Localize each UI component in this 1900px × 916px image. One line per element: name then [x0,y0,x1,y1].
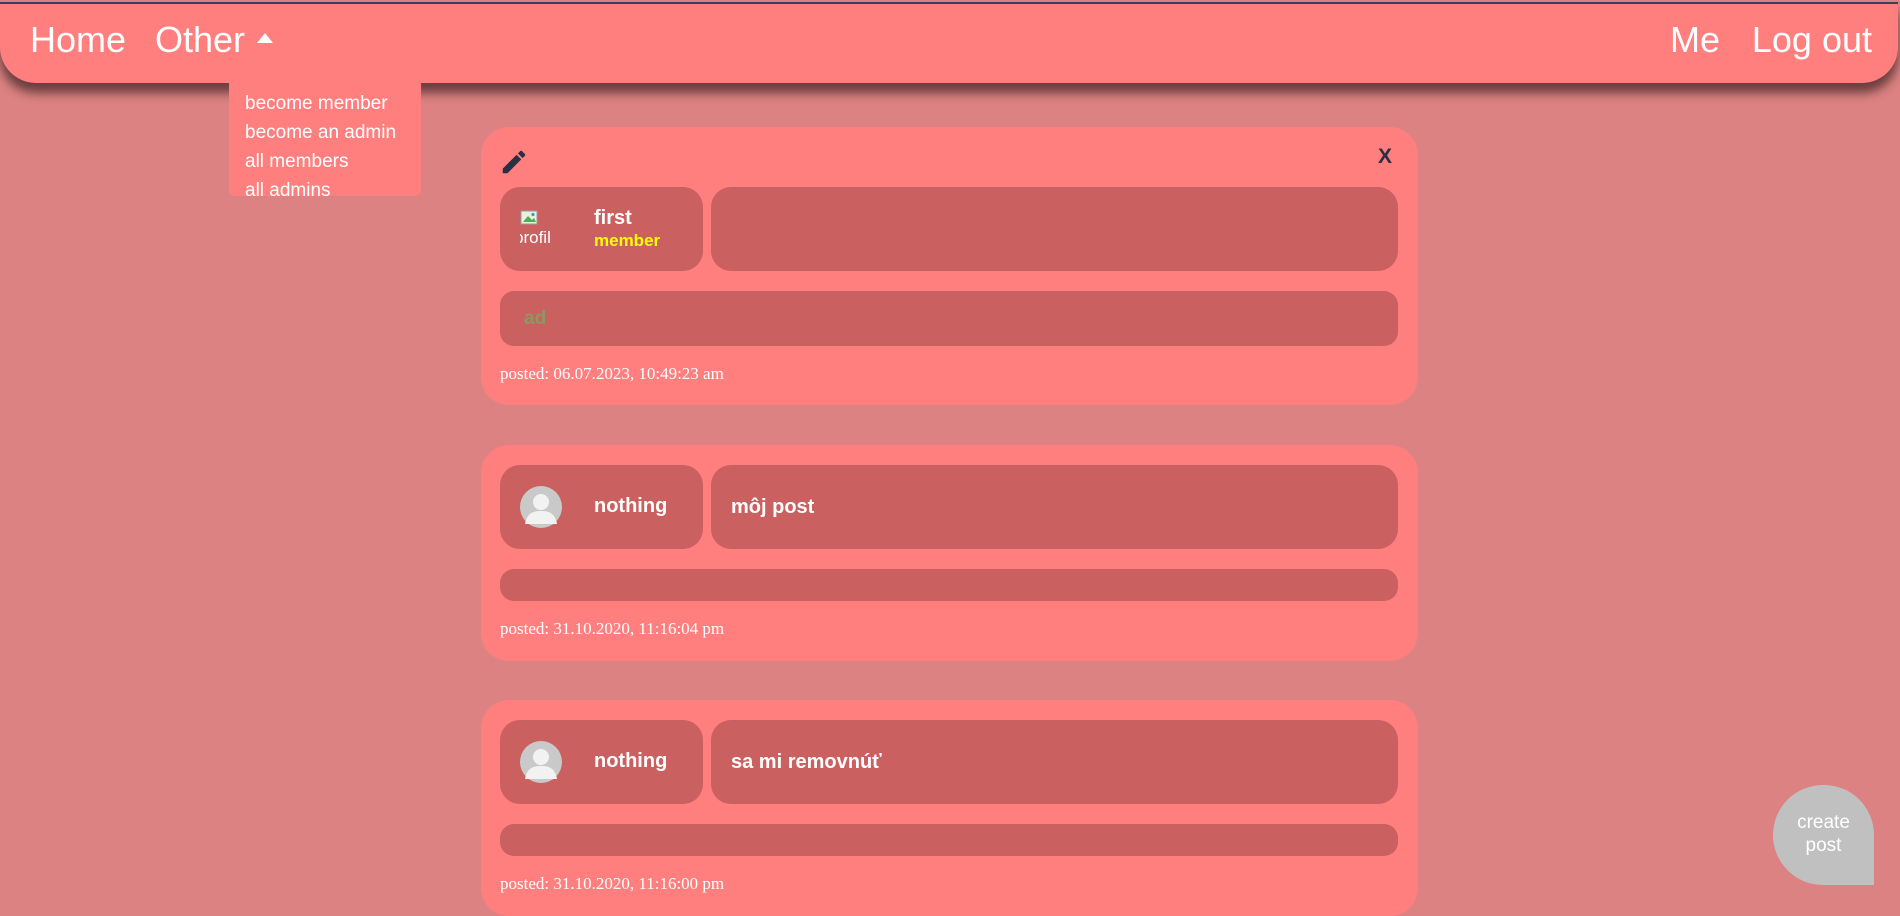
close-post-button[interactable]: X [1378,145,1392,169]
author-name: nothing [594,750,668,772]
role-badge: member [594,231,661,250]
post-title-box [711,187,1398,271]
post-author[interactable]: nothing [500,720,703,804]
nav-other-label: Other [155,19,246,60]
post-content-box [500,824,1398,856]
post-title-box: môj post [711,465,1398,549]
top-navbar: Home Other Me Log out [0,2,1898,83]
post-content: ad [524,308,547,329]
author-name: nothing [594,495,668,517]
post-timestamp: posted: 31.10.2020, 11:16:04 pm [500,619,725,638]
default-avatar-icon [520,486,562,528]
post-author[interactable]: nothing [500,465,703,549]
post-title: môj post [731,496,815,518]
author-name: first [594,207,632,229]
default-avatar-icon [520,741,562,783]
menu-item-become-member[interactable]: become member [245,89,421,118]
other-dropdown-menu: become member become an admin all member… [229,83,421,201]
menu-item-become-admin[interactable]: become an admin [245,118,421,147]
post-timestamp: posted: 06.07.2023, 10:49:23 am [500,364,724,383]
post-content-box: ad [500,291,1398,346]
post-card: X profil first member ad posted: 06.07.2… [481,127,1418,405]
nav-home-link[interactable]: Home [30,20,126,60]
post-content-box [500,569,1398,601]
create-post-label-line1: create [1797,812,1850,833]
post-title: sa mi removnúť [731,751,882,773]
create-post-label-line2: post [1805,835,1842,856]
menu-item-all-members[interactable]: all members [245,147,421,176]
nav-logout-link[interactable]: Log out [1752,20,1872,60]
post-card: nothing môj post posted: 31.10.2020, 11:… [481,445,1418,661]
post-author[interactable]: profil first member [500,187,703,271]
nav-other-dropdown-toggle[interactable]: Other [155,19,274,60]
nav-me-link[interactable]: Me [1670,20,1720,60]
menu-item-all-admins[interactable]: all admins [245,176,421,205]
post-title-box: sa mi removnúť [711,720,1398,804]
caret-up-icon [257,33,274,44]
post-timestamp: posted: 31.10.2020, 11:16:00 pm [500,874,725,893]
broken-image-icon [520,210,538,225]
avatar-alt-text: profil [520,228,551,247]
post-card: nothing sa mi removnúť posted: 31.10.202… [481,700,1418,916]
pencil-icon[interactable] [499,147,529,177]
create-post-button[interactable]: create post [1773,785,1874,885]
avatar: profil [520,208,562,248]
